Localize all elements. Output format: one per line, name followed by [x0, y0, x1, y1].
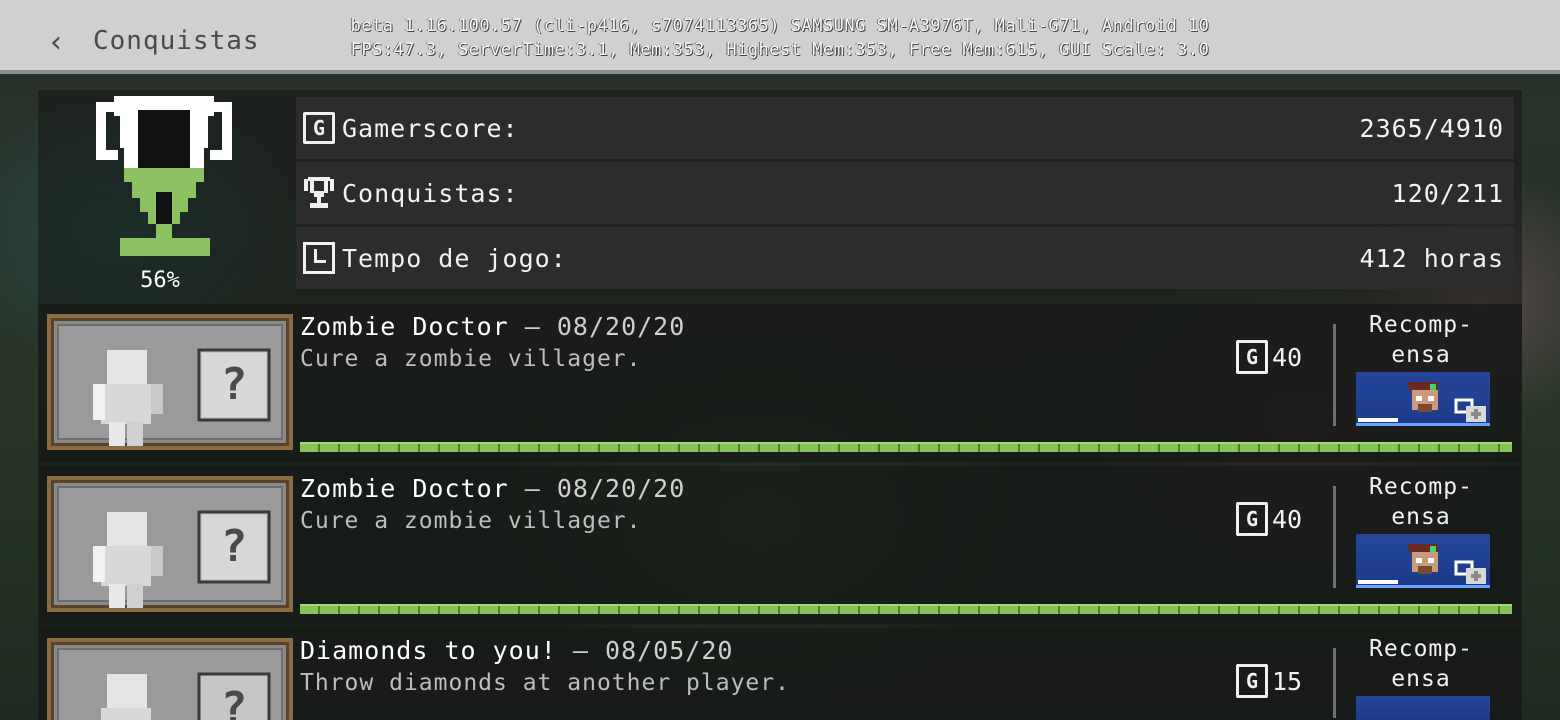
trophy-progress — [40, 94, 288, 294]
stat-label: Gamerscore: — [342, 113, 519, 143]
achievement-thumbnail: ? — [47, 638, 293, 720]
stat-value: 412 horas — [1359, 243, 1504, 273]
achievement-name: Zombie Doctor — [300, 474, 509, 503]
trophy-icon — [302, 176, 336, 210]
page-title[interactable]: Conquistas — [93, 26, 260, 56]
top-bar: ‹ Conquistas beta 1.16.100.57 (cli-p416,… — [0, 0, 1560, 74]
reward-thumbnail[interactable] — [1356, 372, 1490, 426]
stat-row-playtime: Tempo de jogo: 412 horas — [296, 227, 1514, 289]
reward-label-line-2: ensa — [1391, 342, 1451, 368]
achievement-title: Diamonds to you! – 08/05/20 — [300, 636, 733, 665]
achievement-score-value: 40 — [1272, 342, 1303, 372]
reward-label: Recomp- ensa — [1344, 472, 1498, 532]
achievement-score-value: 15 — [1272, 666, 1303, 696]
achievement-item[interactable]: ? Diamonds to you! – 08/05/20 Throw diam… — [38, 628, 1522, 720]
stat-label: Conquistas: — [342, 178, 519, 208]
achievement-item[interactable]: ? Zombie Doctor – 08/20/20 Cure a zombie… — [38, 304, 1522, 462]
achievement-score: G 40 — [1236, 502, 1302, 536]
achievement-description: Cure a zombie villager. — [300, 508, 642, 534]
stat-label: Tempo de jogo: — [342, 243, 567, 273]
achievement-date: 08/05/20 — [605, 636, 734, 665]
achievement-title: Zombie Doctor – 08/20/20 — [300, 474, 685, 503]
achievement-date-separator: – — [524, 474, 541, 503]
gamerscore-icon: G — [1236, 502, 1268, 536]
achievement-description: Cure a zombie villager. — [300, 346, 642, 372]
reward-label-line-2: ensa — [1391, 504, 1451, 530]
stat-value: 2365/4910 — [1359, 113, 1504, 143]
achievement-item[interactable]: ? Zombie Doctor – 08/20/20 Cure a zombie… — [38, 466, 1522, 624]
divider — [1333, 324, 1336, 426]
achievement-description: Throw diamonds at another player. — [300, 670, 790, 696]
clock-icon — [302, 241, 336, 275]
achievement-thumbnail: ? — [47, 314, 293, 450]
reward-label-line-1: Recomp- — [1369, 636, 1473, 662]
gamerscore-icon: G — [302, 111, 336, 145]
reward-label-line-2: ensa — [1391, 666, 1451, 692]
achievement-date-separator: – — [524, 312, 541, 341]
reward-thumbnail[interactable] — [1356, 696, 1490, 720]
debug-line-1: beta 1.16.100.57 (cli-p416, s7074113365)… — [350, 16, 1210, 36]
stat-value: 120/211 — [1391, 178, 1504, 208]
gamerscore-icon: G — [1236, 664, 1268, 698]
reward-thumbnail[interactable] — [1356, 534, 1490, 588]
achievement-progress-bar — [300, 442, 1512, 452]
reward-label: Recomp- ensa — [1344, 634, 1498, 694]
achievement-score-value: 40 — [1272, 504, 1303, 534]
reward-label-line-1: Recomp- — [1369, 312, 1473, 338]
debug-line-2: FPS:47.3, ServerTime:3.1, Mem:353, Highe… — [350, 40, 1210, 60]
achievement-score: G 15 — [1236, 664, 1302, 698]
achievement-name: Zombie Doctor — [300, 312, 509, 341]
divider — [1333, 486, 1336, 588]
question-mark-icon: ? — [220, 683, 248, 720]
achievement-date: 08/20/20 — [556, 474, 686, 503]
trophy-icon — [96, 96, 232, 256]
stat-row-achievements: Conquistas: 120/211 — [296, 162, 1514, 224]
achievement-title: Zombie Doctor – 08/20/20 — [300, 312, 685, 341]
completion-percent: 56% — [140, 268, 180, 293]
reward-label-line-1: Recomp- — [1369, 474, 1473, 500]
question-mark-icon: ? — [220, 521, 248, 572]
question-mark-icon: ? — [220, 359, 248, 410]
achievement-date: 08/20/20 — [556, 312, 686, 341]
reward-label: Recomp- ensa — [1344, 310, 1498, 370]
achievement-progress-bar — [300, 604, 1512, 614]
achievement-score: G 40 — [1236, 340, 1302, 374]
achievement-date-separator: – — [572, 636, 589, 665]
gamerscore-icon: G — [1236, 340, 1268, 374]
debug-overlay: beta 1.16.100.57 (cli-p416, s7074113365)… — [340, 14, 1220, 62]
chevron-left-icon[interactable]: ‹ — [50, 26, 72, 60]
stat-row-gamerscore: G Gamerscore: 2365/4910 — [296, 97, 1514, 159]
achievement-name: Diamonds to you! — [300, 636, 557, 665]
divider — [1333, 648, 1336, 718]
achievement-thumbnail: ? — [47, 476, 293, 612]
